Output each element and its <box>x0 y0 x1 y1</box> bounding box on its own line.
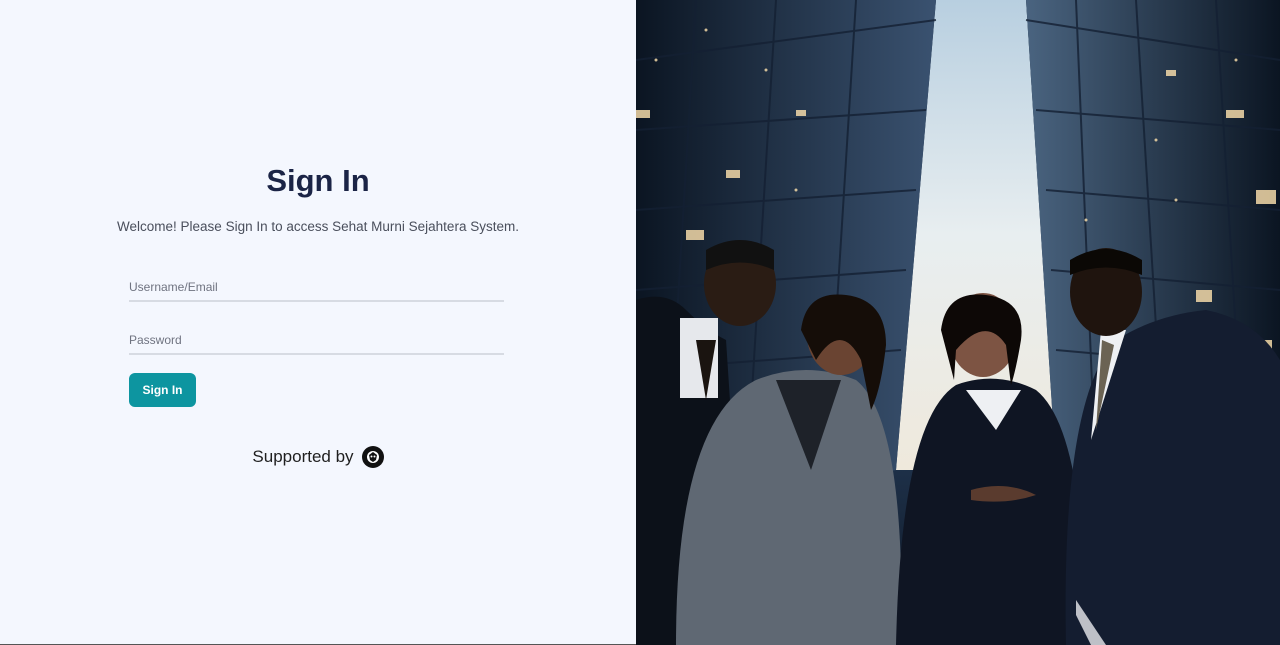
hero-photo-illustration <box>636 0 1280 645</box>
password-input[interactable] <box>129 327 504 355</box>
supported-by-label: Supported by <box>252 447 354 466</box>
login-panel: Sign In Welcome! Please Sign In to acces… <box>0 0 636 645</box>
hero-photo <box>636 0 1280 645</box>
username-email-input[interactable] <box>129 274 504 302</box>
supported-by: Supported by <box>0 446 636 468</box>
welcome-subtitle: Welcome! Please Sign In to access Sehat … <box>117 219 519 234</box>
page-title: Sign In <box>266 163 370 198</box>
supporter-logo-icon <box>361 446 384 468</box>
sign-in-button[interactable]: Sign In <box>129 373 196 407</box>
